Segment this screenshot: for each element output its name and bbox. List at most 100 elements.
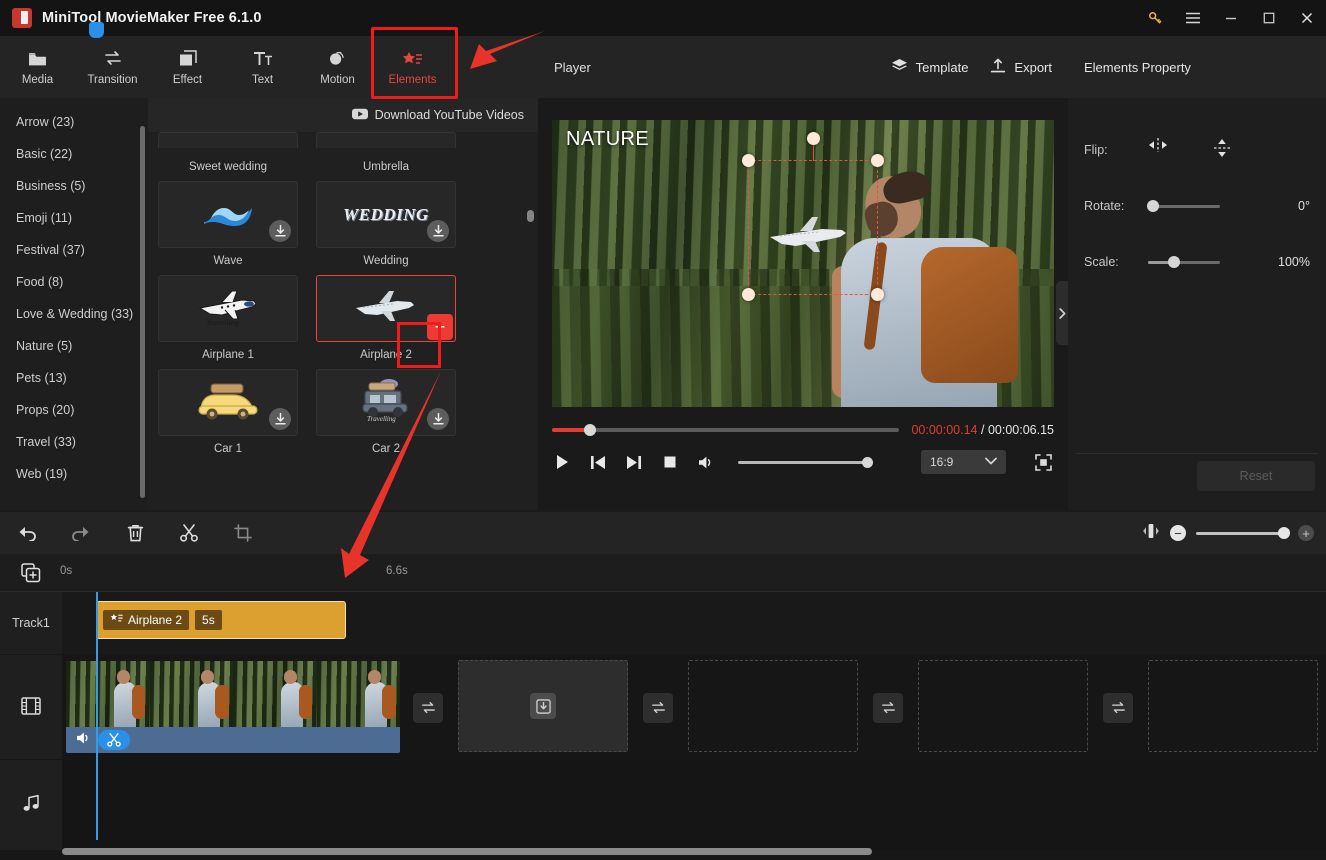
element-clip-airplane-2[interactable]: Airplane 2 5s — [96, 601, 346, 639]
flip-horizontal-icon[interactable] — [1148, 137, 1168, 163]
category-item-web[interactable]: Web (19) — [0, 458, 148, 490]
download-icon[interactable] — [269, 220, 291, 242]
delete-button[interactable] — [108, 512, 162, 554]
tab-text[interactable]: Text — [225, 36, 300, 98]
transition-slot-button[interactable] — [873, 693, 903, 723]
timeline-horizontal-scrollbar[interactable] — [62, 848, 872, 855]
download-icon[interactable] — [427, 220, 449, 242]
crop-button[interactable] — [216, 512, 270, 554]
transition-slot-button[interactable] — [413, 693, 443, 723]
download-icon[interactable] — [269, 408, 291, 430]
undo-button[interactable] — [0, 512, 54, 554]
track-lane-elements[interactable]: Airplane 2 5s — [62, 592, 1326, 654]
seek-handle[interactable] — [584, 424, 597, 436]
add-track-icon[interactable] — [20, 562, 42, 584]
redo-button[interactable] — [54, 512, 108, 554]
volume-slider[interactable] — [738, 456, 873, 468]
category-item-pets[interactable]: Pets (13) — [0, 362, 148, 394]
play-button[interactable] — [552, 452, 572, 472]
scale-slider[interactable] — [1148, 256, 1220, 268]
element-selection-box[interactable] — [742, 132, 884, 301]
stop-button[interactable] — [660, 452, 680, 472]
seek-bar[interactable] — [552, 424, 900, 436]
next-frame-button[interactable] — [624, 452, 644, 472]
key-icon[interactable] — [1136, 0, 1174, 36]
split-clip-badge[interactable] — [98, 730, 130, 750]
video-thumbnails — [66, 661, 400, 727]
media-placeholder-slot[interactable] — [918, 660, 1088, 752]
tab-effect[interactable]: Effect — [150, 36, 225, 98]
category-item-arrow[interactable]: Arrow (23) — [0, 106, 148, 138]
category-scrollbar[interactable] — [140, 126, 145, 498]
previous-frame-button[interactable] — [588, 452, 608, 472]
track-lane-video[interactable] — [62, 655, 1326, 759]
element-thumb-wedding[interactable]: WEDDING — [316, 181, 456, 248]
menu-icon[interactable] — [1174, 0, 1212, 36]
scale-handle[interactable] — [1168, 256, 1180, 268]
category-label: Festival (37) — [16, 243, 85, 257]
aspect-ratio-select[interactable]: 16:9 — [921, 450, 1006, 474]
reset-button[interactable]: Reset — [1197, 461, 1315, 491]
template-button[interactable]: Template — [891, 58, 968, 76]
timeline-zoom-slider[interactable] — [1196, 527, 1290, 539]
timeline-ruler[interactable]: 0s 6.6s — [0, 554, 1326, 592]
zoom-out-button[interactable]: − — [1170, 525, 1186, 541]
download-youtube-bar[interactable]: Download YouTube Videos — [148, 98, 538, 132]
element-thumb-car-1[interactable] — [158, 369, 298, 436]
tab-transition[interactable]: Transition — [75, 36, 150, 98]
element-thumb-airplane-1[interactable]: Travelling — [158, 275, 298, 342]
rotate-handle[interactable] — [1147, 200, 1159, 212]
window-title: MiniTool MovieMaker Free 6.1.0 — [42, 10, 262, 26]
category-item-emoji[interactable]: Emoji (11) — [0, 202, 148, 234]
rotate-handle[interactable] — [807, 132, 820, 145]
add-element-button[interactable]: + — [427, 314, 453, 340]
media-placeholder-slot[interactable] — [688, 660, 858, 752]
category-item-love-wedding[interactable]: Love & Wedding (33) — [0, 298, 148, 330]
category-item-food[interactable]: Food (8) — [0, 266, 148, 298]
close-icon[interactable] — [1288, 0, 1326, 36]
resize-handle-bottom-left[interactable] — [742, 288, 755, 301]
video-clip[interactable] — [66, 661, 400, 753]
panel-collapse-button[interactable] — [1056, 281, 1068, 345]
tab-motion[interactable]: Motion — [300, 36, 375, 98]
category-item-business[interactable]: Business (5) — [0, 170, 148, 202]
ruler-tick-0: 0s — [60, 565, 73, 577]
category-item-basic[interactable]: Basic (22) — [0, 138, 148, 170]
element-thumb-airplane-2[interactable]: + — [316, 275, 456, 342]
category-item-travel[interactable]: Travel (33) — [0, 426, 148, 458]
resize-handle-bottom-right[interactable] — [871, 288, 884, 301]
timeline-zoom-handle[interactable] — [1278, 527, 1290, 539]
category-item-festival[interactable]: Festival (37) — [0, 234, 148, 266]
playhead-handle[interactable] — [89, 22, 104, 38]
export-button[interactable]: Export — [990, 58, 1052, 77]
preview-stage[interactable]: NATURE — [552, 120, 1054, 407]
download-icon[interactable] — [427, 408, 449, 430]
volume-button[interactable] — [696, 452, 716, 472]
maximize-icon[interactable] — [1250, 0, 1288, 36]
category-item-props[interactable]: Props (20) — [0, 394, 148, 426]
thumb-partial[interactable] — [316, 132, 456, 148]
fullscreen-icon[interactable] — [1032, 451, 1054, 473]
transition-slot-button[interactable] — [1103, 693, 1133, 723]
media-placeholder-slot[interactable] — [458, 660, 628, 752]
minimize-icon[interactable] — [1212, 0, 1250, 36]
rotate-slider[interactable] — [1147, 200, 1220, 212]
tab-elements[interactable]: Elements — [375, 36, 450, 98]
fit-timeline-icon[interactable] — [1142, 523, 1160, 544]
split-button[interactable] — [162, 512, 216, 554]
tab-media[interactable]: Media — [0, 36, 75, 98]
zoom-in-button[interactable]: + — [1298, 525, 1314, 541]
media-placeholder-slot[interactable] — [1148, 660, 1318, 752]
element-thumb-car-2[interactable]: Travelling — [316, 369, 456, 436]
category-item-nature[interactable]: Nature (5) — [0, 330, 148, 362]
resize-handle-top-right[interactable] — [871, 154, 884, 167]
volume-icon[interactable] — [76, 731, 92, 750]
transition-slot-button[interactable] — [643, 693, 673, 723]
flip-vertical-icon[interactable] — [1214, 138, 1230, 163]
element-thumb-wave[interactable] — [158, 181, 298, 248]
track-lane-audio[interactable] — [62, 760, 1326, 850]
thumb-partial[interactable] — [158, 132, 298, 148]
elements-scrollbar[interactable] — [527, 210, 534, 222]
volume-handle[interactable] — [862, 456, 873, 468]
resize-handle-top-left[interactable] — [742, 154, 755, 167]
